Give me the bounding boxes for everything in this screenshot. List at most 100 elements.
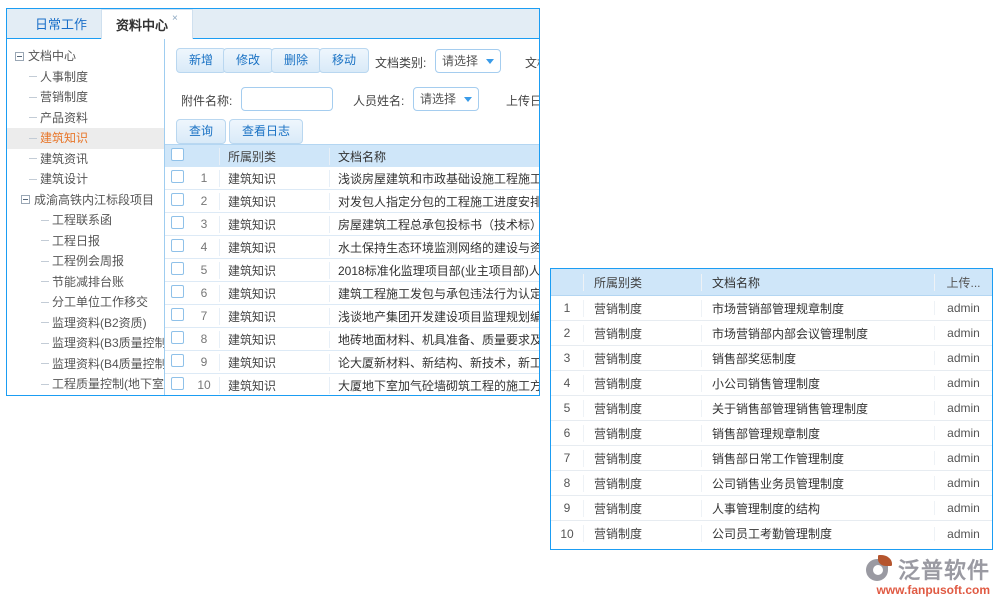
add-button[interactable]: 新增 [176,48,226,73]
delete-button[interactable]: 删除 [271,48,321,73]
row-checkbox[interactable] [171,331,184,344]
tab-data-center-label: 资料中心 [116,15,168,34]
table-row[interactable]: 7建筑知识浅谈地产集团开发建设项目监理规划编... [165,305,539,328]
tree-item-quality-partial[interactable]: 工程质量控制(主体) [7,395,164,396]
person-name-label: 人员姓名: [353,92,404,109]
tree-line [41,343,49,344]
table-row[interactable]: 6营销制度销售部管理规章制度admin [551,421,992,446]
fanpu-logo-icon [866,555,896,583]
collapse-icon[interactable] [15,52,24,61]
table-row[interactable]: 4营销制度小公司销售管理制度admin [551,371,992,396]
left-col-category: 所属别类 [219,148,329,165]
row-checkbox[interactable] [171,285,184,298]
chevron-down-icon [464,97,472,102]
tab-daily-work[interactable]: 日常工作 [21,9,101,38]
table-row[interactable]: 8营销制度公司销售业务员管理制度admin [551,471,992,496]
tree-item-railway-project[interactable]: 成渝高铁内江标段项目 [7,190,164,211]
tree-line [41,261,49,262]
tab-daily-work-label: 日常工作 [35,14,87,33]
doc-type-select[interactable]: 请选择 [435,49,501,73]
table-row[interactable]: 9营销制度人事管理制度的结构admin [551,496,992,521]
doc-type-label: 文档类别: [375,54,426,71]
attachment-name-label: 附件名称: [181,92,232,109]
table-row[interactable]: 3建筑知识房屋建筑工程总承包投标书（技术标）... [165,213,539,236]
brand-name: 泛普软件 [898,553,990,585]
tree-item-product[interactable]: 产品资料 [7,108,164,129]
tree-line [41,281,49,282]
row-checkbox[interactable] [171,354,184,367]
tree-item-doc-center[interactable]: 文档中心 [7,46,164,67]
row-checkbox[interactable] [171,262,184,275]
tree-line [41,240,49,241]
person-name-select[interactable]: 请选择 [413,87,479,111]
brand-url: www.fanpusoft.com [830,583,990,597]
tree-item-supervision-b2[interactable]: 监理资料(B2资质) [7,313,164,334]
table-row[interactable]: 1建筑知识浅谈房屋建筑和市政基础设施工程施工... [165,167,539,190]
attachment-name-input[interactable] [241,87,333,111]
right-col-doc-name: 文档名称 [701,274,934,291]
table-row[interactable]: 7营销制度销售部日常工作管理制度admin [551,446,992,471]
left-col-doc-name: 文档名称 [329,148,539,165]
view-log-button[interactable]: 查看日志 [229,119,303,144]
tree-item-weekly-meeting[interactable]: 工程例会周报 [7,251,164,272]
tree-line [41,363,49,364]
row-checkbox[interactable] [171,377,184,390]
tree-line [41,302,49,303]
upload-date-label: 上传日期 [506,92,539,109]
table-row[interactable]: 5建筑知识2018标准化监理项目部(业主项目部)人员... [165,259,539,282]
chevron-down-icon [486,59,494,64]
document-list-pane: 新增 修改 删除 移动 文档类别: 请选择 文档 附件名称: 人员姓名: 请选择 [165,39,539,395]
tree-line [41,384,49,385]
table-row[interactable]: 6建筑知识建筑工程施工发包与承包违法行为认定... [165,282,539,305]
tab-bar: 日常工作 资料中心 × [7,9,539,39]
right-col-upload: 上传... [934,274,992,291]
edit-button[interactable]: 修改 [223,48,273,73]
row-checkbox[interactable] [171,239,184,252]
left-table-header: 所属别类 文档名称 [165,144,539,167]
tree-item-building-knowledge[interactable]: 建筑知识 [7,128,164,149]
tree-item-building-design[interactable]: 建筑设计 [7,169,164,190]
table-row[interactable]: 8建筑知识地砖地面材料、机具准备、质量要求及... [165,328,539,351]
tab-close-icon[interactable]: × [172,13,178,24]
search-button[interactable]: 查询 [176,119,226,144]
tree-item-hr[interactable]: 人事制度 [7,67,164,88]
table-row[interactable]: 4建筑知识水土保持生态环境监测网络的建设与资... [165,236,539,259]
tree-item-supervision-b3[interactable]: 监理资料(B3质量控制) [7,333,164,354]
tree-line [29,138,37,139]
row-checkbox[interactable] [171,308,184,321]
tree-line [29,76,37,77]
move-button[interactable]: 移动 [319,48,369,73]
tree-line [41,322,49,323]
tree-item-building-news[interactable]: 建筑资讯 [7,149,164,170]
marketing-doc-table: 所属别类 文档名称 上传... 1营销制度市场营销部管理规章制度admin 2营… [550,268,993,550]
tree-line [29,97,37,98]
tree-item-work-transfer[interactable]: 分工单位工作移交 [7,292,164,313]
row-checkbox[interactable] [171,170,184,183]
tree-line [41,220,49,221]
document-center-window: 日常工作 资料中心 × 文档中心 人事制度 营销制度 产品资料 建筑知识 建筑资… [6,8,540,396]
table-row[interactable]: 10营销制度公司员工考勤管理制度admin [551,521,992,546]
row-checkbox[interactable] [171,193,184,206]
tree-item-energy-ledger[interactable]: 节能减排台账 [7,272,164,293]
table-row[interactable]: 10建筑知识大厦地下室加气砼墙砌筑工程的施工方... [165,374,539,395]
tree-line [29,117,37,118]
table-row[interactable]: 3营销制度销售部奖惩制度admin [551,346,992,371]
vendor-logo: 泛普软件 www.fanpusoft.com [830,553,990,597]
tree-item-marketing[interactable]: 营销制度 [7,87,164,108]
table-row[interactable]: 2营销制度市场营销部内部会议管理制度admin [551,321,992,346]
table-row[interactable]: 1营销制度市场营销部管理规章制度admin [551,296,992,321]
select-all-checkbox[interactable] [171,148,184,161]
tree-item-quality-basement[interactable]: 工程质量控制(地下室) [7,374,164,395]
table-row[interactable]: 2建筑知识对发包人指定分包的工程施工进度安排... [165,190,539,213]
table-row[interactable]: 9建筑知识论大厦新材料、新结构、新技术，新工... [165,351,539,374]
doc-name-label-truncated: 文档 [525,54,539,71]
row-checkbox[interactable] [171,216,184,229]
tree-item-daily-report[interactable]: 工程日报 [7,231,164,252]
tab-data-center[interactable]: 资料中心 × [101,9,193,39]
left-table-body: 1建筑知识浅谈房屋建筑和市政基础设施工程施工... 2建筑知识对发包人指定分包的… [165,167,539,395]
right-table-body: 1营销制度市场营销部管理规章制度admin 2营销制度市场营销部内部会议管理制度… [551,296,992,546]
tree-item-contact-letter[interactable]: 工程联系函 [7,210,164,231]
tree-item-supervision-b4[interactable]: 监理资料(B4质量控制) [7,354,164,375]
collapse-icon[interactable] [21,195,30,204]
table-row[interactable]: 5营销制度关于销售部管理销售管理制度admin [551,396,992,421]
